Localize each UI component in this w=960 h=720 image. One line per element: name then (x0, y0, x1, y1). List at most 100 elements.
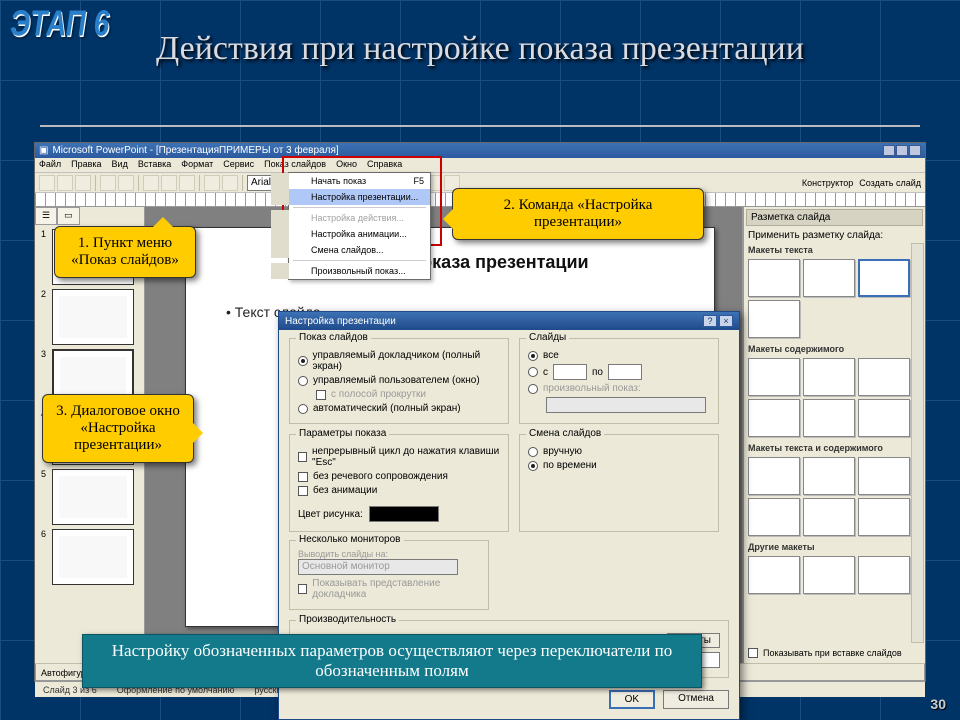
dialog-help-button[interactable]: ? (703, 315, 717, 327)
task-pane: Разметка слайда Применить разметку слайд… (743, 207, 925, 663)
layout-item[interactable] (748, 457, 800, 495)
menu-window[interactable]: Окно (336, 159, 357, 171)
layout-item[interactable] (803, 399, 855, 437)
radio-range[interactable]: с по (528, 364, 710, 380)
menu-insert[interactable]: Вставка (138, 159, 171, 171)
radio-manual[interactable]: вручную (528, 446, 710, 457)
dialog-close-button[interactable]: × (719, 315, 733, 327)
taskpane-section-other: Другие макеты (748, 542, 921, 552)
group-legend: Смена слайдов (526, 428, 604, 439)
layout-item[interactable] (748, 399, 800, 437)
new-icon[interactable] (39, 175, 55, 191)
radio-custom: произвольный показ: (528, 383, 710, 394)
group-advance: Смена слайдов вручную по времени (519, 434, 719, 532)
taskpane-apply-label: Применить разметку слайда: (748, 230, 921, 241)
dialog-title: Настройка презентации (285, 316, 396, 327)
pen-color-dropdown[interactable]: ▾ (369, 506, 439, 522)
layout-item[interactable] (858, 498, 910, 536)
from-field[interactable] (553, 364, 587, 380)
layout-item[interactable] (803, 556, 855, 594)
callout-1: 1. Пункт меню «Показ слайдов» (54, 226, 196, 278)
menu-edit[interactable]: Правка (71, 159, 101, 171)
layout-item[interactable] (858, 556, 910, 594)
menu-help[interactable]: Справка (367, 159, 402, 171)
radio-timing[interactable]: по времени (528, 460, 710, 471)
undo-icon[interactable] (204, 175, 220, 191)
thumbnail-2[interactable]: 2 (41, 289, 138, 345)
thumbnail-5[interactable]: 5 (41, 469, 138, 525)
copy-icon[interactable] (161, 175, 177, 191)
cancel-button[interactable]: Отмена (663, 690, 729, 709)
radio-all[interactable]: все (528, 350, 710, 361)
menu-item-setup[interactable]: Настройка презентации... (271, 189, 430, 205)
taskpane-section-text: Макеты текста (748, 245, 921, 255)
layout-item[interactable] (858, 457, 910, 495)
newslide-link[interactable]: Создать слайд (859, 178, 921, 188)
layout-item[interactable] (748, 300, 800, 338)
layout-item[interactable] (748, 259, 800, 297)
check-no-narration[interactable]: без речевого сопровождения (298, 471, 500, 482)
layout-item[interactable] (748, 498, 800, 536)
window-title: Microsoft PowerPoint - [ПрезентацияПРИМЕ… (52, 145, 338, 156)
paste-icon[interactable] (179, 175, 195, 191)
taskpane-header[interactable]: Разметка слайда (746, 209, 923, 226)
group-legend: Слайды (526, 332, 569, 343)
check-no-animation[interactable]: без анимации (298, 485, 500, 496)
slide-title: Действия при настройке показа презентаци… (0, 30, 960, 68)
layout-item[interactable] (803, 259, 855, 297)
layout-item[interactable] (748, 556, 800, 594)
check-loop[interactable]: непрерывный цикл до нажатия клавиши "Esc… (298, 446, 500, 468)
minimize-button[interactable] (883, 145, 895, 156)
dialog-titlebar: Настройка презентации ? × (279, 312, 739, 330)
thumbnail-6[interactable]: 6 (41, 529, 138, 585)
slideshow-menu-dropdown: Начать показF5 Настройка презентации... … (288, 172, 431, 280)
menu-item-animation[interactable]: Настройка анимации... (271, 226, 430, 242)
designer-link[interactable]: Конструктор (802, 178, 853, 188)
taskpane-foot-check: Показывать при вставке слайдов (763, 648, 902, 658)
maximize-button[interactable] (896, 145, 908, 156)
menubar: Файл Правка Вид Вставка Формат Сервис По… (35, 158, 925, 173)
monitor-dropdown: Основной монитор (298, 559, 458, 575)
close-button[interactable] (909, 145, 921, 156)
pen-color-label: Цвет рисунка: (298, 509, 363, 520)
menu-tools[interactable]: Сервис (223, 159, 254, 171)
group-options: Параметры показа непрерывный цикл до наж… (289, 434, 509, 532)
to-field[interactable] (608, 364, 642, 380)
menu-item-custom[interactable]: Произвольный показ... (271, 263, 430, 279)
layout-item[interactable] (858, 358, 910, 396)
menu-item-action[interactable]: Настройка действия... (271, 210, 430, 226)
cut-icon[interactable] (143, 175, 159, 191)
group-monitors: Несколько мониторов Выводить слайды на: … (289, 540, 489, 610)
slides-tab[interactable]: ▭ (57, 207, 80, 225)
group-showtype: Показ слайдов управляемый докладчиком (п… (289, 338, 509, 424)
redo-icon[interactable] (222, 175, 238, 191)
group-legend: Производительность (296, 614, 399, 625)
ok-button[interactable]: OK (609, 690, 655, 709)
layout-item[interactable] (803, 498, 855, 536)
layout-item[interactable] (858, 259, 910, 297)
layout-item[interactable] (803, 358, 855, 396)
checkbox-icon[interactable] (748, 648, 758, 658)
menu-slideshow[interactable]: Показ слайдов (264, 159, 326, 171)
taskpane-scrollbar[interactable] (911, 243, 924, 643)
preview-icon[interactable] (118, 175, 134, 191)
monitor-label: Выводить слайды на: (298, 549, 480, 559)
layout-item[interactable] (803, 457, 855, 495)
taskpane-section-textcontent: Макеты текста и содержимого (748, 443, 921, 453)
outline-tab[interactable]: ☰ (35, 207, 57, 225)
radio-user[interactable]: управляемый пользователем (окно) (298, 375, 500, 386)
menu-item-transition[interactable]: Смена слайдов... (271, 242, 430, 258)
radio-kiosk[interactable]: автоматический (полный экран) (298, 403, 500, 414)
radio-presenter[interactable]: управляемый докладчиком (полный экран) (298, 350, 500, 372)
callout-3: 3. Диалоговое окно «Настройка презентаци… (42, 394, 194, 463)
menu-view[interactable]: Вид (112, 159, 128, 171)
menu-format[interactable]: Формат (181, 159, 213, 171)
menu-file[interactable]: Файл (39, 159, 61, 171)
layout-item[interactable] (748, 358, 800, 396)
layout-item[interactable] (858, 399, 910, 437)
print-icon[interactable] (100, 175, 116, 191)
menu-item-start[interactable]: Начать показF5 (271, 173, 430, 189)
check-scrollbar: с полосой прокрутки (316, 389, 500, 400)
open-icon[interactable] (57, 175, 73, 191)
save-icon[interactable] (75, 175, 91, 191)
